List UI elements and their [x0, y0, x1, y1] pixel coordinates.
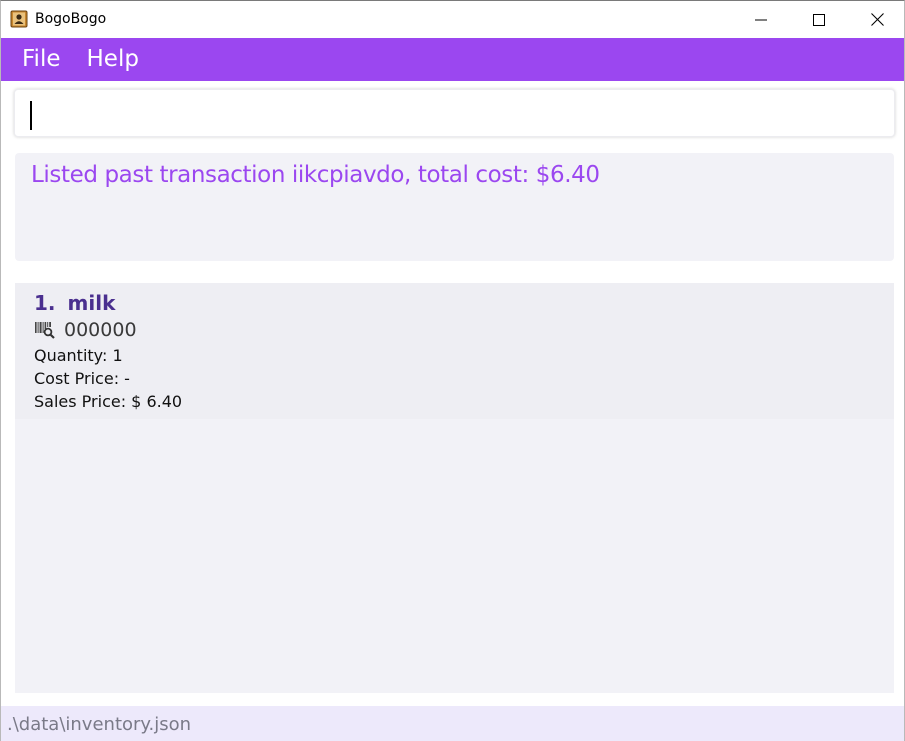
item-barcode-row: 000000	[34, 319, 137, 341]
item-cost-price: Cost Price: -	[34, 369, 130, 388]
close-button[interactable]	[848, 1, 905, 38]
window-title: BogoBogo	[35, 11, 107, 27]
menu-help[interactable]: Help	[85, 38, 141, 81]
app-window: BogoBogo File Help Listed past transacti…	[0, 0, 905, 741]
command-box[interactable]	[14, 89, 895, 137]
item-list-panel[interactable]: 1. milk 000000 Quantity: 1 Cost Price: -	[15, 283, 894, 693]
minimize-icon	[755, 19, 767, 20]
menu-file[interactable]: File	[20, 38, 63, 81]
menu-bar: File Help	[1, 38, 904, 81]
barcode-search-icon	[35, 322, 55, 339]
title-bar[interactable]: BogoBogo	[1, 1, 904, 38]
minimize-button[interactable]	[732, 1, 790, 38]
command-input[interactable]	[15, 90, 894, 136]
item-barcode: 000000	[64, 319, 137, 341]
item-name: milk	[67, 291, 116, 315]
list-item[interactable]: 1. milk 000000 Quantity: 1 Cost Price: -	[15, 283, 894, 419]
maximize-button[interactable]	[790, 1, 848, 38]
maximize-icon	[813, 13, 825, 26]
item-index: 1.	[34, 291, 56, 315]
item-sales-price: Sales Price: $ 6.40	[34, 392, 183, 411]
item-title: 1. milk	[34, 291, 115, 315]
data-file-path: .\data\inventory.json	[7, 714, 192, 735]
text-caret	[30, 101, 32, 130]
status-bar: .\data\inventory.json	[1, 706, 904, 741]
result-display[interactable]: Listed past transaction iikcpiavdo, tota…	[15, 153, 894, 261]
item-quantity: Quantity: 1	[34, 346, 123, 365]
close-icon	[870, 13, 884, 26]
result-message: Listed past transaction iikcpiavdo, tota…	[31, 162, 600, 188]
contacts-book-icon	[10, 10, 28, 28]
